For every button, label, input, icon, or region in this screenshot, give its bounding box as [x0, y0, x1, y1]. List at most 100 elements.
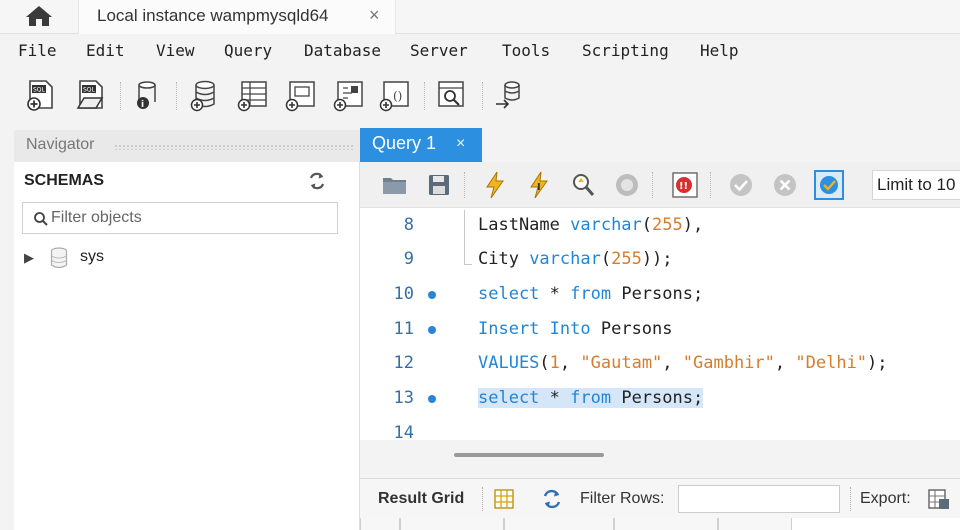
home-icon[interactable] — [24, 4, 54, 28]
schemas-label: SCHEMAS — [24, 172, 105, 189]
expand-arrow-icon[interactable]: ▶ — [24, 250, 34, 266]
code-line: 9 City varchar(255)); — [360, 242, 960, 276]
code-text: City varchar(255)); — [478, 249, 673, 269]
code-line: 10 select * from Persons; — [360, 277, 960, 311]
code-line: 8 LastName varchar(255), — [360, 208, 960, 242]
menu-file[interactable]: File — [18, 41, 57, 60]
grid-header-cell[interactable] — [718, 518, 792, 530]
open-folder-icon[interactable] — [380, 170, 410, 200]
schema-name: sys — [80, 248, 104, 265]
line-number: 12 — [393, 353, 414, 373]
statement-marker-icon — [428, 291, 436, 299]
execute-current-statement-icon[interactable]: I — [524, 170, 554, 200]
database-icon — [50, 247, 68, 269]
open-sql-script-icon[interactable]: SQL — [74, 78, 108, 112]
menu-edit[interactable]: Edit — [86, 41, 125, 60]
line-number: 13 — [393, 388, 414, 408]
export-icon[interactable] — [926, 487, 950, 511]
toolbar-separator — [176, 82, 177, 110]
menu-query[interactable]: Query — [224, 41, 272, 60]
search-table-data-icon[interactable] — [434, 78, 468, 112]
line-number: 9 — [403, 249, 414, 269]
line-number: 14 — [393, 423, 414, 440]
menu-server[interactable]: Server — [410, 41, 468, 60]
new-sql-tab-icon[interactable]: SQL — [24, 78, 58, 112]
save-icon[interactable] — [424, 170, 454, 200]
search-icon — [33, 211, 49, 227]
toolbar-separator — [850, 487, 851, 511]
sql-editor[interactable]: 8 LastName varchar(255), 9 City varchar(… — [360, 208, 960, 440]
code-line: 14 — [360, 416, 960, 440]
code-text: LastName varchar(255), — [478, 215, 704, 235]
reconnect-icon[interactable] — [492, 78, 526, 112]
refresh-icon[interactable] — [306, 170, 328, 192]
connection-tab-label: Local instance wampmysqld64 — [97, 6, 329, 25]
stop-on-error-icon[interactable]: !! — [670, 170, 700, 200]
filter-objects-input[interactable] — [51, 206, 331, 230]
result-grid-header — [360, 518, 960, 530]
code-text: Insert Into Persons — [478, 319, 673, 339]
close-icon[interactable]: × — [456, 135, 465, 153]
create-view-icon[interactable] — [284, 78, 318, 112]
editor-horizontal-scrollbar[interactable] — [360, 440, 960, 470]
stop-icon[interactable] — [612, 170, 642, 200]
svg-text:(): () — [393, 89, 402, 103]
connection-tab[interactable]: Local instance wampmysqld64 × — [78, 0, 396, 34]
execute-lightning-icon[interactable] — [480, 170, 510, 200]
line-number: 10 — [393, 284, 414, 304]
navigator-title: Navigator — [26, 136, 95, 153]
grid-header-cell[interactable] — [400, 518, 504, 530]
query-toolbar: I !! Limit to 10 — [360, 162, 960, 208]
menu-scripting[interactable]: Scripting — [582, 41, 669, 60]
grid-header-cell[interactable] — [614, 518, 718, 530]
commit-icon[interactable] — [726, 170, 756, 200]
toolbar-separator — [424, 82, 425, 110]
schema-inspector-icon[interactable]: i — [130, 78, 164, 112]
create-schema-icon[interactable] — [188, 78, 222, 112]
code-line: 11 Insert Into Persons — [360, 312, 960, 346]
limit-rows-label: Limit to 10 — [877, 175, 956, 194]
create-procedure-icon[interactable] — [332, 78, 366, 112]
menu-help[interactable]: Help — [700, 41, 739, 60]
svg-text:SQL: SQL — [33, 87, 46, 94]
navigator-header: Navigator — [14, 130, 360, 162]
code-line: 13 select * from Persons; — [360, 381, 960, 415]
code-text-selected: select * from Persons; — [478, 388, 704, 408]
rollback-icon[interactable] — [770, 170, 800, 200]
filter-objects-box — [22, 202, 338, 234]
refresh-results-icon[interactable] — [540, 487, 564, 511]
explain-magnifier-icon[interactable] — [568, 170, 598, 200]
filter-rows-label: Filter Rows: — [580, 490, 665, 507]
close-icon[interactable]: × — [369, 5, 380, 26]
connection-tab-bar: Local instance wampmysqld64 × — [0, 0, 960, 34]
navigator-drag-handle[interactable] — [114, 144, 354, 150]
menu-database[interactable]: Database — [304, 41, 381, 60]
toolbar-separator — [482, 82, 483, 110]
grid-header-cell[interactable] — [504, 518, 614, 530]
toolbar-separator — [120, 82, 121, 110]
statement-marker-icon — [428, 395, 436, 403]
limit-rows-select[interactable]: Limit to 10 — [872, 170, 960, 200]
create-table-icon[interactable] — [236, 78, 270, 112]
schema-tree-item[interactable]: ▶ sys — [24, 246, 324, 270]
autocommit-toggle-icon[interactable] — [814, 170, 844, 200]
code-text: select * from Persons; — [478, 284, 704, 304]
line-number: 8 — [403, 215, 414, 235]
grid-header-cell[interactable] — [360, 518, 400, 530]
scrollbar-thumb[interactable] — [454, 453, 604, 457]
toolbar-separator — [652, 172, 653, 198]
grid-layout-icon[interactable] — [492, 487, 516, 511]
code-line: 12 VALUES(1, "Gautam", "Gambhir", "Delhi… — [360, 346, 960, 380]
filter-rows-input[interactable] — [678, 485, 840, 513]
svg-text:SQL: SQL — [83, 87, 96, 94]
menu-view[interactable]: View — [156, 41, 195, 60]
result-grid-label: Result Grid — [378, 490, 465, 507]
menu-tools[interactable]: Tools — [502, 41, 550, 60]
code-text: VALUES(1, "Gautam", "Gambhir", "Delhi"); — [478, 353, 888, 373]
export-label: Export: — [860, 490, 911, 507]
tab-query-1[interactable]: Query 1 × — [360, 128, 482, 162]
create-function-icon[interactable]: () — [378, 78, 412, 112]
result-grid-toolbar: Result Grid Filter Rows: Export: — [360, 478, 960, 518]
navigator-panel: SCHEMAS ▶ sys — [14, 162, 360, 530]
main-toolbar: SQL SQL i () — [0, 68, 960, 126]
